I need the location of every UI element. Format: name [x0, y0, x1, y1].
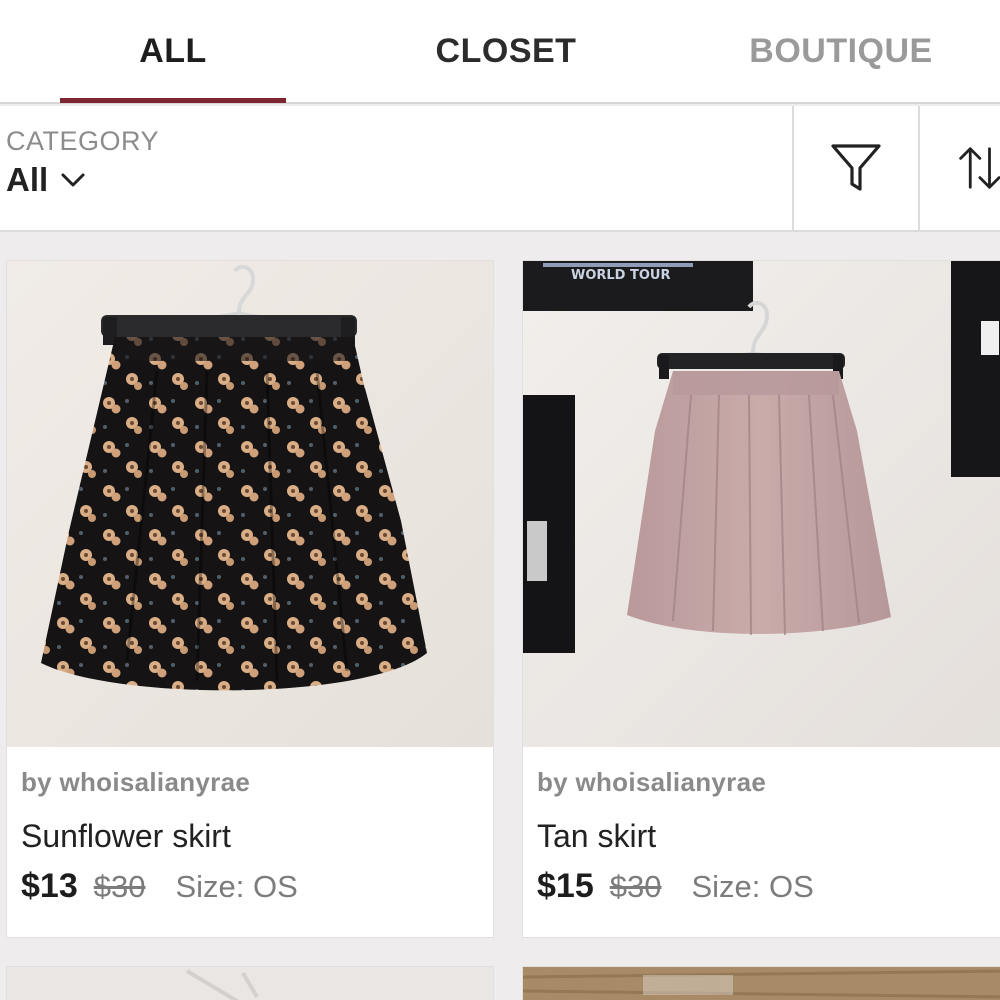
filter-bar: CATEGORY All [0, 106, 1000, 232]
price-row: $13 $30 Size: OS [21, 867, 483, 906]
partial-listing-photo [7, 967, 493, 1000]
listing-price: $15 [537, 867, 594, 905]
listing-photo[interactable] [7, 967, 493, 1000]
sunflower-skirt-photo [7, 261, 493, 747]
tab-boutique[interactable]: BOUTIQUE [730, 0, 952, 102]
sort-arrows-icon [959, 147, 1000, 189]
listing-photo[interactable] [7, 261, 493, 747]
tab-closet[interactable]: CLOSET [395, 0, 617, 102]
listing-meta: by whoisalianyrae Tan skirt $15 $30 Size… [537, 767, 995, 906]
tan-skirt-photo: WORLD TOUR [523, 261, 1000, 747]
listing-price: $13 [21, 867, 78, 905]
category-label: CATEGORY [6, 126, 160, 156]
category-value-row: All [6, 161, 159, 199]
listing-title: Sunflower skirt [21, 818, 231, 854]
listing-card[interactable] [6, 966, 494, 1000]
price-row: $15 $30 Size: OS [537, 867, 995, 906]
filter-button[interactable] [794, 106, 918, 230]
listing-photo[interactable] [523, 967, 1000, 1000]
listing-meta: by whoisalianyrae Sunflower skirt $13 $3… [21, 767, 483, 906]
sort-button[interactable] [920, 106, 1000, 230]
category-value: All [6, 161, 49, 198]
seller-name[interactable]: by whoisalianyrae [537, 767, 995, 798]
chevron-down-icon [61, 173, 85, 187]
original-price: $30 [93, 869, 146, 904]
listing-card[interactable] [522, 966, 1000, 1000]
app-root: ALL CLOSET BOUTIQUE CATEGORY All by whoi… [0, 0, 1000, 1000]
listing-grid: by whoisalianyrae Sunflower skirt $13 $3… [0, 234, 1000, 1000]
category-selector[interactable]: CATEGORY All [6, 126, 159, 199]
listing-size: Size: OS [175, 869, 298, 904]
listing-card[interactable]: by whoisalianyrae Sunflower skirt $13 $3… [6, 260, 494, 938]
active-tab-indicator [60, 98, 286, 103]
poster-caption: WORLD TOUR [571, 268, 671, 283]
tab-bar: ALL CLOSET BOUTIQUE [0, 0, 1000, 104]
tab-all[interactable]: ALL [60, 0, 286, 102]
listing-photo[interactable]: WORLD TOUR [523, 261, 1000, 747]
listing-size: Size: OS [691, 869, 814, 904]
partial-listing-photo [523, 967, 1000, 1000]
filter-funnel-icon [831, 144, 881, 191]
listing-card[interactable]: WORLD TOUR by whoisalianyrae Tan skirt $… [522, 260, 1000, 938]
seller-name[interactable]: by whoisalianyrae [21, 767, 483, 798]
listing-title: Tan skirt [537, 818, 657, 854]
original-price: $30 [609, 869, 662, 904]
